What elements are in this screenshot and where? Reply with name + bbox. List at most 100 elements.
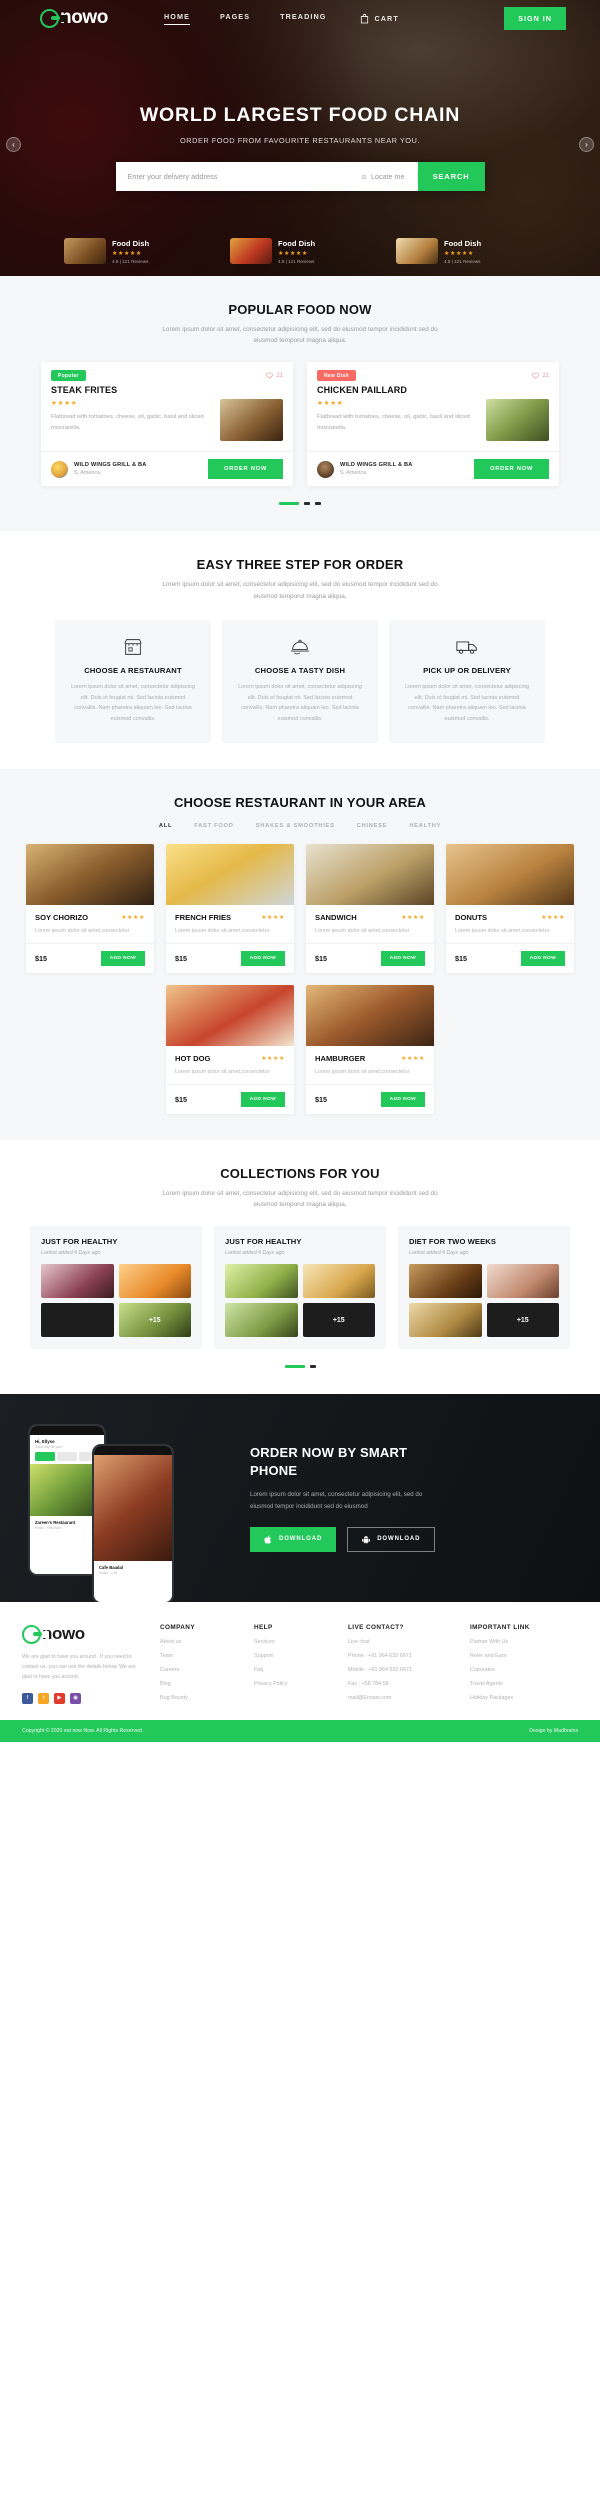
footer-link-services[interactable]: Services	[254, 1639, 330, 1645]
phone-chip	[57, 1452, 77, 1462]
signin-button[interactable]: SIGN IN	[504, 6, 566, 30]
carousel-dot[interactable]	[304, 502, 310, 506]
carousel-dot[interactable]	[315, 502, 321, 506]
cart-button[interactable]: CART	[360, 13, 398, 24]
favourite-button[interactable]: 21	[266, 372, 283, 380]
step-card-dish[interactable]: CHOOSE A TASTY DISH Lorem ipsum dolor si…	[222, 619, 378, 743]
footer-contact-phone[interactable]: Phone : +91 964 632 6671	[348, 1653, 452, 1659]
hero-dish-item[interactable]: Food Dish ★★★★★ 4.8 | 121 Reviews	[396, 238, 536, 264]
add-now-button[interactable]: ADD NOW	[380, 950, 425, 966]
restaurant-card-price: $15	[455, 953, 467, 963]
download-ios-button[interactable]: DOWNLOAD	[250, 1526, 337, 1552]
footer-logo[interactable]: nowo	[22, 1624, 142, 1644]
tab-chinese[interactable]: CHINESE	[357, 823, 388, 829]
add-now-button[interactable]: ADD NOW	[240, 950, 285, 966]
restaurant-card-desc: Lorem ipsum dolor sit amet,consectetur	[315, 1068, 410, 1075]
nav-link-pages[interactable]: PAGES	[220, 12, 250, 24]
restaurant-card[interactable]: SANDWICH ★★★★ Lorem ipsum dolor sit amet…	[306, 843, 434, 973]
dish-name: Food Dish	[444, 238, 482, 248]
youtube-icon[interactable]: ▶	[54, 1692, 65, 1704]
download-android-label: DOWNLOAD	[377, 1536, 421, 1543]
footer-link-support[interactable]: Support	[254, 1653, 330, 1659]
twitter-icon[interactable]: t	[38, 1692, 49, 1704]
step-card-restaurant[interactable]: CHOOSE A RESTAURANT Lorem ipsum dolor si…	[55, 619, 211, 743]
collection-thumb	[41, 1303, 114, 1338]
footer-column-important-link: IMPORTANT LINK Partner With Us Refer and…	[470, 1624, 560, 1703]
search-button[interactable]: SEARCH	[417, 162, 485, 191]
locate-me-button[interactable]: Locate me	[361, 169, 418, 184]
hero-dish-item[interactable]: Food Dish ★★★★★ 4.8 | 121 Reviews	[230, 238, 370, 264]
collection-card[interactable]: DIET FOR TWO WEEKS Lartest added 4 Days …	[398, 1226, 570, 1350]
add-now-button[interactable]: ADD NOW	[380, 1091, 425, 1107]
facebook-icon[interactable]: f	[22, 1692, 33, 1704]
site-logo[interactable]: nowo	[40, 7, 108, 29]
restaurant-card[interactable]: SOY CHORIZO ★★★★ Lorem ipsum dolor sit a…	[26, 843, 154, 973]
collection-thumb	[225, 1264, 298, 1299]
nav-link-treading[interactable]: TREADING	[280, 12, 326, 24]
restaurant-card-price: $15	[315, 953, 327, 963]
footer-contact-mobile[interactable]: Mobile : +91 964 632 6671	[348, 1667, 452, 1673]
collections-desc: Lorem ipsum dolor sit amet, consectetur …	[162, 1189, 438, 1208]
restaurant-card-desc: Lorem ipsum dolor sit amet,consectetur	[35, 927, 130, 934]
collection-subtitle: Lartest added 4 Days ago	[409, 1250, 469, 1257]
tab-all[interactable]: ALL	[159, 823, 172, 829]
footer-link-travel-agents[interactable]: Travel Agents	[470, 1681, 560, 1687]
order-now-button[interactable]: ORDER NOW	[207, 459, 283, 480]
footer-link-coporates[interactable]: Coporates	[470, 1667, 560, 1673]
footer-link-blog[interactable]: Blog	[160, 1681, 236, 1687]
phone-chip	[35, 1452, 55, 1462]
add-now-button[interactable]: ADD NOW	[520, 950, 565, 966]
logo-text: nowo	[60, 7, 108, 28]
footer-link-refer-and-earn[interactable]: Refer and Earn	[470, 1653, 560, 1659]
collection-more-count[interactable]: +15	[118, 1303, 191, 1338]
carousel-dot[interactable]	[284, 1365, 305, 1369]
restaurant-card[interactable]: HOT DOG ★★★★ Lorem ipsum dolor sit amet,…	[166, 984, 294, 1114]
footer-link-faq[interactable]: Faq	[254, 1667, 330, 1673]
hero-dish-item[interactable]: Food Dish ★★★★★ 4.8 | 121 Reviews	[64, 238, 204, 264]
footer-link-privacy-policy[interactable]: Privacy Policy	[254, 1681, 330, 1687]
nav-link-home[interactable]: HOME	[164, 12, 190, 25]
restaurant-card-name: SOY CHORIZO	[35, 912, 89, 922]
footer-link-partner-with-us[interactable]: Partner With Us	[470, 1639, 560, 1645]
add-now-button[interactable]: ADD NOW	[100, 950, 145, 966]
footer-link-holiday-packages[interactable]: Holiday Packages	[470, 1695, 560, 1701]
tab-fast-food[interactable]: FAST FOOD	[194, 823, 233, 829]
restaurant-card[interactable]: DONUTS ★★★★ Lorem ipsum dolor sit amet,c…	[446, 843, 574, 973]
steps-title: EASY THREE STEP FOR ORDER	[196, 557, 404, 573]
download-android-button[interactable]: DOWNLOAD	[347, 1526, 436, 1552]
footer-contact-email[interactable]: mail@Enowo.com	[348, 1695, 452, 1701]
carousel-next-button[interactable]: ›	[579, 137, 594, 152]
delivery-address-input[interactable]	[115, 162, 361, 191]
footer-link-careers[interactable]: Careers	[160, 1667, 236, 1673]
collection-more-count[interactable]: +15	[486, 1303, 559, 1338]
restaurant-card[interactable]: HAMBURGER ★★★★ Lorem ipsum dolor sit ame…	[306, 984, 434, 1114]
carousel-dot[interactable]	[309, 1365, 316, 1369]
collection-card[interactable]: JUST FOR HEALTHY Lartest added 4 Days ag…	[214, 1226, 386, 1350]
popular-food-grid: Popular 21 STEAK FRITES ★★★★ Flatbread w…	[0, 362, 600, 487]
restaurant-card-price: $15	[315, 1094, 327, 1104]
tab-shakes-smoothies[interactable]: SHAKES & SMOOTHIES	[256, 823, 335, 829]
restaurant-avatar	[317, 460, 334, 478]
popular-food-desc: Lorem ipsum dolor sit amet, consectetur …	[162, 326, 438, 345]
favourite-button[interactable]: 21	[532, 372, 549, 380]
footer-link-bug-bounty[interactable]: Bug Bounty	[160, 1695, 236, 1701]
carousel-prev-button[interactable]: ‹	[6, 137, 21, 152]
tab-healthy[interactable]: HEALTHY	[409, 823, 441, 829]
phone-restaurant-name: Cafe Baadal	[99, 1565, 123, 1571]
collection-more-count[interactable]: +15	[302, 1303, 375, 1338]
popular-food-card[interactable]: Popular 21 STEAK FRITES ★★★★ Flatbread w…	[41, 362, 293, 487]
restaurant-card[interactable]: FRENCH FRIES ★★★★ Lorem ipsum dolor sit …	[166, 843, 294, 973]
landing-page: nowo HOME PAGES TREADING CART SIGN IN WO…	[0, 0, 600, 1742]
step-card-delivery[interactable]: PICK UP OR DELIVERY Lorem ipsum dolor si…	[389, 619, 545, 743]
carousel-dot[interactable]	[279, 502, 299, 506]
collection-thumb	[409, 1303, 482, 1338]
footer-link-about-us[interactable]: About us	[160, 1639, 236, 1645]
footer-link-team[interactable]: Team	[160, 1653, 236, 1659]
footer-link-live-chat[interactable]: Live chat	[348, 1639, 452, 1645]
popular-food-card[interactable]: New Dish 21 CHICKEN PAILLARD ★★★★ Flatbr…	[307, 362, 559, 487]
add-now-button[interactable]: ADD NOW	[240, 1091, 285, 1107]
instagram-icon[interactable]: ◉	[70, 1692, 81, 1704]
food-rating-stars: ★★★★	[317, 400, 344, 408]
collection-card[interactable]: JUST FOR HEALTHY Lartest added 4 Days ag…	[30, 1226, 202, 1350]
order-now-button[interactable]: ORDER NOW	[473, 459, 549, 480]
